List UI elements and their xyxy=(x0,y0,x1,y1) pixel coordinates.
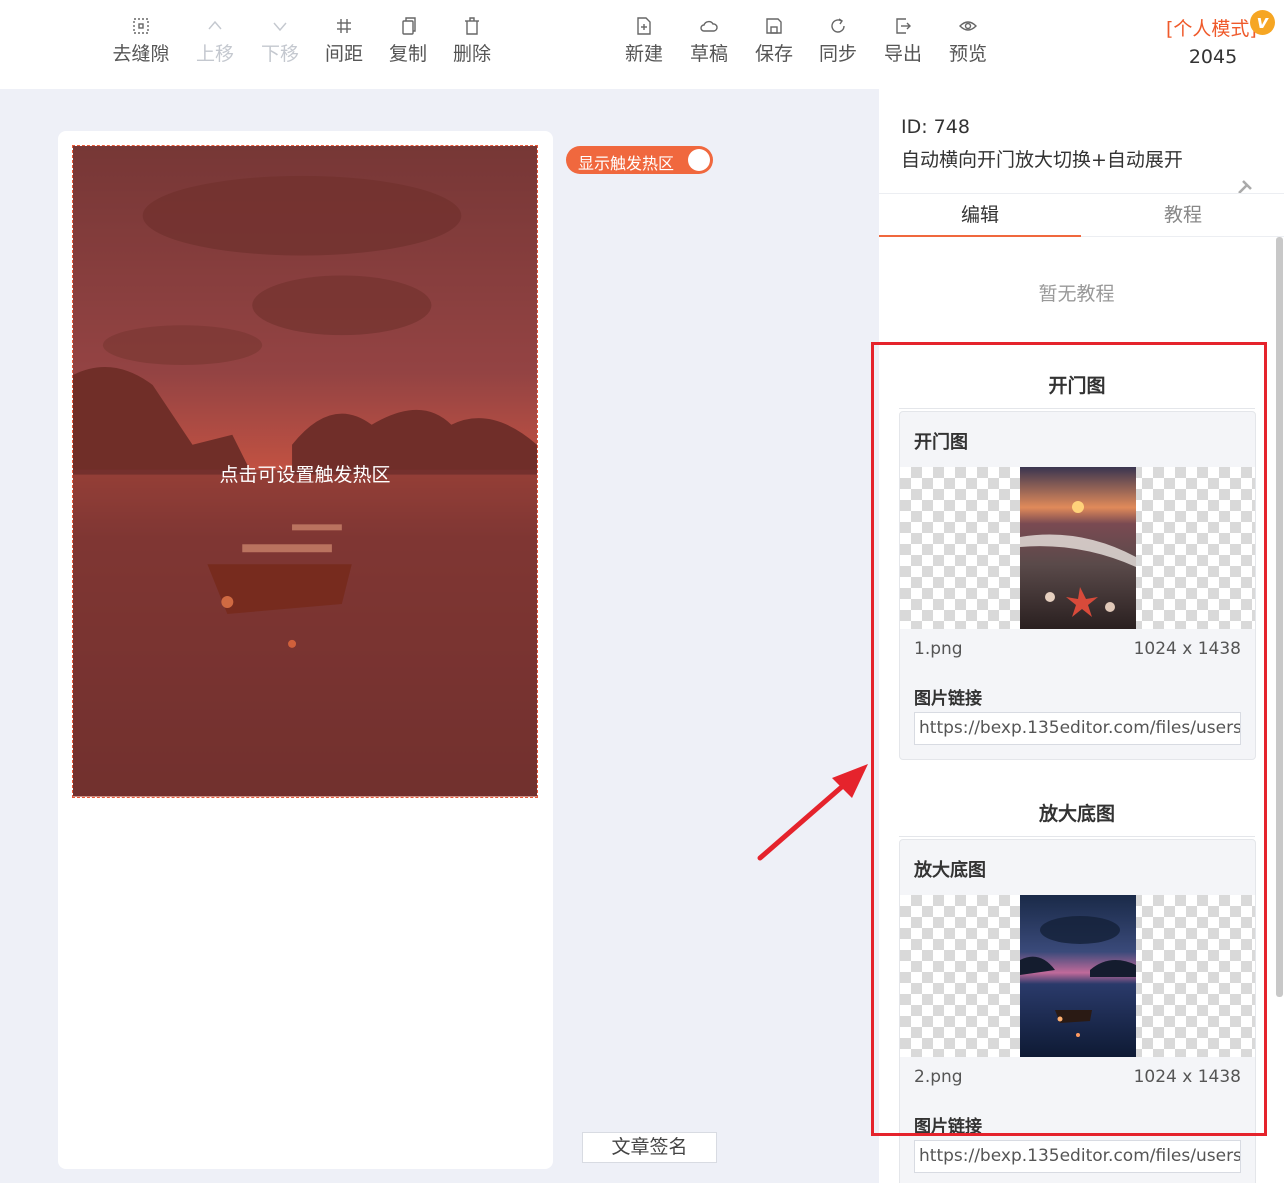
personal-mode-link[interactable]: [个人模式] xyxy=(1166,14,1257,41)
sync-label: 同步 xyxy=(818,43,857,65)
image-preview[interactable] xyxy=(900,467,1255,629)
sync-icon xyxy=(831,18,845,33)
export-icon xyxy=(896,18,911,34)
beach-thumbnail xyxy=(1020,467,1136,629)
credit-count: 2045 xyxy=(1188,46,1238,68)
export-label: 导出 xyxy=(883,43,922,65)
file-dimensions: 1024 x 1438 xyxy=(1133,639,1241,659)
hotzone-hint: 点击可设置触发热区 xyxy=(219,464,391,486)
vip-badge-icon: v xyxy=(1250,10,1275,35)
save-icon xyxy=(766,18,782,34)
spacing-button[interactable]: 间距 xyxy=(309,14,379,66)
card-title: 放大底图 xyxy=(914,860,986,881)
spacing-icon xyxy=(337,19,351,33)
trigger-hotzone[interactable]: 点击可设置触发热区 xyxy=(72,145,538,798)
annotation-arrow-icon xyxy=(757,764,868,861)
file-name: 2.png xyxy=(914,1067,963,1087)
show-hotzone-toggle[interactable]: 显示触发热区 xyxy=(566,146,713,174)
door-image-card: 开门图 1.png 1024 x 1438 图片链接 https://bexp.… xyxy=(899,411,1256,760)
copy-label: 复制 xyxy=(388,43,427,65)
trash-icon xyxy=(465,17,479,35)
delete-button[interactable]: 删除 xyxy=(437,14,507,66)
new-label: 新建 xyxy=(624,43,663,65)
spacing-label: 间距 xyxy=(324,43,363,65)
chevron-down-icon xyxy=(273,22,287,32)
file-name: 1.png xyxy=(914,639,963,659)
template-title: 自动横向开门放大切换+自动展开 xyxy=(901,149,1183,171)
preview-label: 预览 xyxy=(948,43,987,65)
move-up-label: 上移 xyxy=(195,43,234,65)
tab-edit[interactable]: 编辑 xyxy=(879,194,1081,237)
remove-gap-button[interactable]: 去缝隙 xyxy=(106,14,176,66)
cloud-icon xyxy=(700,20,718,32)
export-button[interactable]: 导出 xyxy=(868,14,938,66)
image-link-label: 图片链接 xyxy=(914,1117,982,1137)
seam-icon xyxy=(133,18,149,34)
chevron-up-icon xyxy=(208,20,222,30)
settings-panel: ID: 748 自动横向开门放大切换+自动展开 编辑 教程 暂无教程 开门图 开… xyxy=(879,89,1284,1183)
new-file-icon xyxy=(637,17,651,35)
panel-tabs: 编辑 教程 xyxy=(879,193,1284,237)
eye-icon xyxy=(959,21,977,31)
draft-button[interactable]: 草稿 xyxy=(674,14,744,66)
template-id: ID: 748 xyxy=(901,116,970,138)
delete-label: 删除 xyxy=(452,43,491,65)
new-button[interactable]: 新建 xyxy=(609,14,679,66)
move-down-label: 下移 xyxy=(260,43,299,65)
preview-button[interactable]: 预览 xyxy=(933,14,1003,66)
panel-scrollbar[interactable] xyxy=(1276,237,1283,997)
copy-button[interactable]: 复制 xyxy=(373,14,443,66)
card-title: 开门图 xyxy=(914,432,968,453)
toggle-knob xyxy=(688,149,710,171)
sync-button[interactable]: 同步 xyxy=(803,14,873,66)
save-label: 保存 xyxy=(754,43,793,65)
image-link-label: 图片链接 xyxy=(914,689,982,709)
draft-label: 草稿 xyxy=(689,43,728,65)
night-boat-thumbnail xyxy=(1020,895,1136,1057)
section-title-door-image: 开门图 xyxy=(899,371,1255,409)
show-hotzone-label: 显示触发热区 xyxy=(578,154,675,173)
article-signature-button[interactable]: 文章签名 xyxy=(582,1132,717,1163)
no-tutorial-text: 暂无教程 xyxy=(1038,283,1115,305)
file-dimensions: 1024 x 1438 xyxy=(1133,1067,1241,1087)
copy-icon xyxy=(402,17,416,35)
section-title-zoom-background: 放大底图 xyxy=(899,799,1255,837)
save-button[interactable]: 保存 xyxy=(739,14,809,66)
image-link-input[interactable]: https://bexp.135editor.com/files/users/0… xyxy=(914,712,1241,745)
image-preview[interactable] xyxy=(900,895,1255,1057)
image-link-input[interactable]: https://bexp.135editor.com/files/users/0… xyxy=(914,1140,1241,1173)
tab-tutorial[interactable]: 教程 xyxy=(1082,194,1284,237)
remove-gap-label: 去缝隙 xyxy=(112,43,170,65)
move-down-button[interactable]: 下移 xyxy=(245,14,315,66)
top-toolbar: 去缝隙 上移 下移 间距 复制 删除 新建 草稿 保存 同步 导出 预览 [个人… xyxy=(0,0,1284,89)
zoom-background-card: 放大底图 2.png 1024 x 1438 图片链接 https://bexp… xyxy=(899,839,1256,1183)
move-up-button[interactable]: 上移 xyxy=(180,14,250,66)
